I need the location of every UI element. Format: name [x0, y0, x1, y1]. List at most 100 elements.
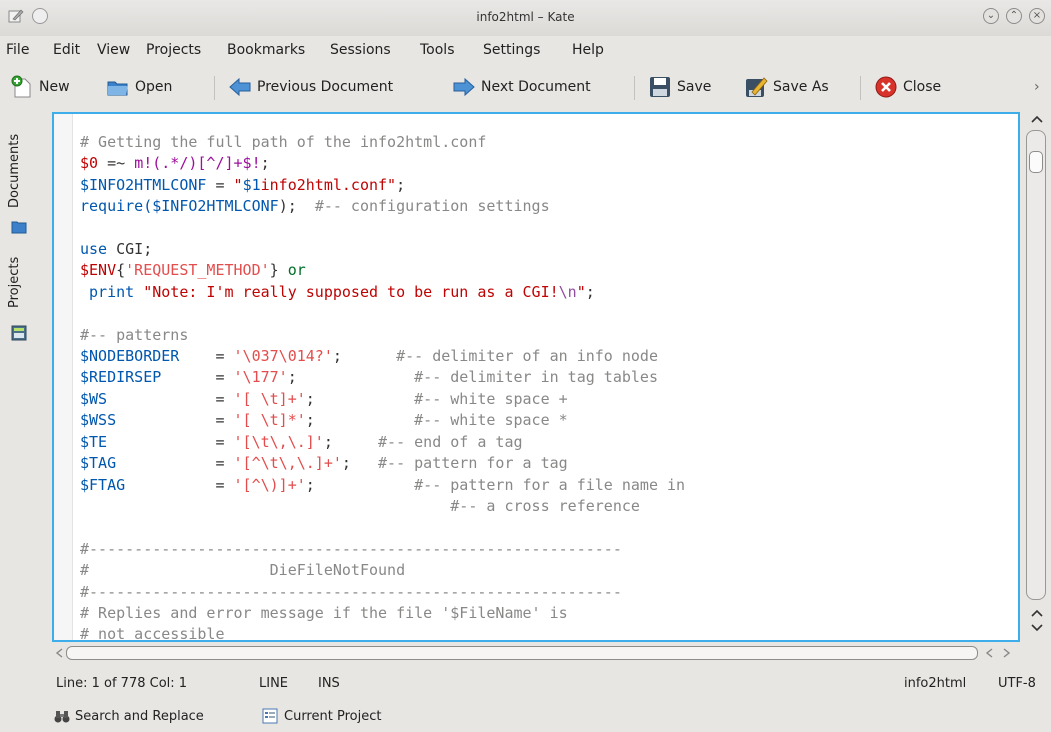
minimize-button[interactable]: ⌄: [983, 8, 999, 24]
left-sidebar: Documents Projects: [0, 108, 46, 668]
horizontal-scrollbar[interactable]: [52, 644, 1020, 662]
code-keyword: require(: [80, 197, 153, 216]
code-variable: $NODEBORDER: [80, 347, 180, 366]
maximize-button[interactable]: ⌃: [1006, 8, 1022, 24]
code-variable: $INFO2HTMLCONF: [152, 197, 279, 216]
code-comment: # DieFileNotFound: [80, 561, 406, 580]
code-punct: ;: [305, 389, 415, 408]
projects-icon[interactable]: [10, 324, 28, 342]
code-editor[interactable]: # Getting the full path of the info2html…: [52, 112, 1020, 642]
code-operator: =: [179, 347, 234, 366]
save-button[interactable]: Save: [648, 74, 711, 100]
code-variable: $WSS: [80, 411, 117, 430]
arrow-left-icon: [229, 77, 251, 97]
open-button[interactable]: Open: [106, 74, 172, 100]
title-bar: info2html – Kate ⌄ ⌃ ×: [0, 0, 1051, 36]
code-string: '[ \t]*': [233, 411, 306, 430]
close-document-button[interactable]: Close: [874, 74, 941, 100]
scroll-up-small-icon[interactable]: [1030, 608, 1044, 618]
code-operator: =: [116, 411, 234, 430]
next-document-button[interactable]: Next Document: [452, 74, 591, 100]
code-string: info2html.conf": [260, 175, 397, 194]
scroll-down-icon[interactable]: [1030, 623, 1044, 633]
code-string: '[ \t]+': [233, 389, 306, 408]
documents-icon[interactable]: [10, 218, 28, 236]
code-keyword: or: [287, 261, 306, 280]
status-bar: Line: 1 of 778 Col: 1 LINE INS info2html…: [0, 668, 1051, 702]
code-comment: #-- delimiter of an info node: [396, 347, 658, 366]
project-list-icon: [262, 708, 278, 724]
menu-settings[interactable]: Settings: [483, 42, 540, 58]
tab-documents[interactable]: Documents: [7, 134, 22, 208]
tab-projects[interactable]: Projects: [7, 257, 22, 308]
code-operator: =: [206, 175, 234, 194]
code-variable: $TE: [80, 432, 108, 451]
previous-document-button[interactable]: Previous Document: [228, 74, 393, 100]
code-variable: $ENV: [80, 261, 117, 280]
code-operator: =~: [98, 154, 135, 173]
menu-edit[interactable]: Edit: [53, 42, 80, 58]
code-operator: =: [107, 432, 234, 451]
scroll-left-icon[interactable]: [54, 647, 64, 659]
encoding[interactable]: UTF-8: [998, 676, 1036, 691]
code-string: ": [576, 282, 586, 301]
code-regex: m!(.*/)[^/]+$!: [134, 154, 261, 173]
new-button[interactable]: New: [10, 74, 70, 100]
code-comment: # Replies and error message if the file …: [80, 603, 568, 622]
code-comment: #-- pattern for a tag: [378, 454, 568, 473]
menu-projects[interactable]: Projects: [146, 42, 201, 58]
code-variable: $1: [242, 175, 261, 194]
code-comment: #---------------------------------------…: [80, 539, 622, 558]
code-variable: $REDIRSEP: [80, 368, 162, 387]
horizontal-scrollbar-handle[interactable]: [66, 646, 978, 660]
syntax-mode[interactable]: info2html: [904, 676, 966, 691]
code-punct: ;: [305, 475, 415, 494]
code-punct: ;: [396, 175, 406, 194]
code-variable: $0: [80, 154, 99, 173]
code-operator: =: [125, 475, 234, 494]
code-punct: ;: [585, 282, 595, 301]
insert-mode[interactable]: INS: [318, 676, 340, 691]
menu-sessions[interactable]: Sessions: [330, 42, 391, 58]
code-punct: ;: [305, 411, 415, 430]
selection-mode[interactable]: LINE: [259, 676, 288, 691]
scroll-up-icon[interactable]: [1030, 114, 1044, 124]
scrollbar-track[interactable]: [1026, 130, 1046, 600]
code-keyword: print: [80, 282, 144, 301]
icon-border[interactable]: [54, 114, 73, 640]
toolbar-overflow-button[interactable]: ›: [1034, 74, 1040, 100]
main-toolbar: New Open Previous Document Next Document…: [0, 66, 1051, 106]
close-icon: [875, 76, 897, 98]
save-as-button[interactable]: Save As: [744, 74, 829, 100]
code-string: '[^\)]+': [233, 475, 306, 494]
search-and-replace-tab[interactable]: Search and Replace: [54, 708, 204, 724]
code-comment: #-- patterns: [80, 325, 189, 344]
menu-view[interactable]: View: [97, 42, 130, 58]
menu-file[interactable]: File: [6, 42, 29, 58]
code-variable: $INFO2HTMLCONF: [80, 175, 207, 194]
code-punct: ;: [341, 454, 379, 473]
cursor-position: Line: 1 of 778 Col: 1: [56, 676, 188, 691]
scrollbar-handle[interactable]: [1029, 151, 1043, 173]
code-text-span: CGI;: [107, 240, 153, 259]
code-comment: #-- end of a tag: [378, 432, 523, 451]
menu-tools[interactable]: Tools: [420, 42, 455, 58]
current-project-tab[interactable]: Current Project: [262, 708, 381, 724]
code-escape: \n: [558, 282, 577, 301]
menu-bookmarks[interactable]: Bookmarks: [227, 42, 305, 58]
code-variable: $TAG: [80, 454, 117, 473]
code-comment: # Getting the full path of the info2html…: [80, 133, 487, 151]
code-punct: {: [116, 261, 126, 280]
close-window-button[interactable]: ×: [1029, 8, 1045, 24]
floppy-disk-icon: [650, 77, 670, 97]
menu-help[interactable]: Help: [572, 42, 604, 58]
code-operator: =: [107, 389, 234, 408]
code-text[interactable]: # Getting the full path of the info2html…: [80, 132, 685, 640]
window-title: info2html – Kate: [476, 10, 575, 24]
save-as-icon: [746, 77, 768, 97]
code-comment: #-- white space +: [414, 389, 568, 408]
scroll-right-icon[interactable]: [1002, 647, 1012, 659]
code-string: '\177': [233, 368, 288, 387]
scroll-left-small-icon[interactable]: [984, 647, 994, 659]
vertical-scrollbar[interactable]: [1022, 112, 1050, 642]
